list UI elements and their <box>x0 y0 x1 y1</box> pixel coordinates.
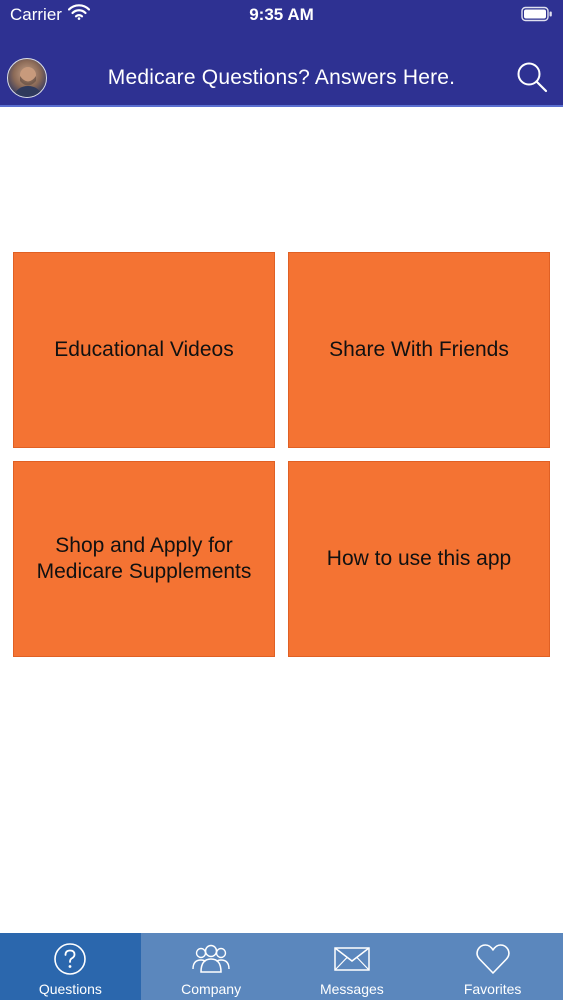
shop-and-apply-button[interactable]: Shop and Apply for Medicare Supplements <box>13 461 275 657</box>
heart-icon <box>475 942 511 981</box>
how-to-use-button[interactable]: How to use this app <box>288 461 550 657</box>
tab-label: Messages <box>319 981 384 997</box>
menu-grid: Educational Videos Share With Friends Sh… <box>13 252 550 658</box>
tab-favorites[interactable]: Favorites <box>422 933 563 1000</box>
envelope-icon <box>333 942 371 981</box>
tab-company[interactable]: Company <box>141 933 282 1000</box>
tab-label: Favorites <box>463 981 522 997</box>
tile-label: Shop and Apply for Medicare Supplements <box>36 534 252 583</box>
tab-bar: Questions Company Messages Favorites <box>0 933 563 1000</box>
share-with-friends-button[interactable]: Share With Friends <box>288 252 550 448</box>
tab-label: Questions <box>38 981 102 997</box>
tile-label: Share With Friends <box>329 338 509 361</box>
page-title: Medicare Questions? Answers Here. <box>107 66 456 89</box>
status-bar: Carrier 9:35 AM <box>0 0 563 30</box>
tab-questions[interactable]: Questions <box>0 933 141 1000</box>
tab-messages[interactable]: Messages <box>282 933 423 1000</box>
educational-videos-button[interactable]: Educational Videos <box>13 252 275 448</box>
tile-label: How to use this app <box>326 547 512 570</box>
people-icon <box>190 942 232 981</box>
question-icon <box>53 942 87 981</box>
tile-label: Educational Videos <box>54 338 234 361</box>
app-header: Carrier 9:35 AM Medicare Questions? Answ… <box>0 0 563 107</box>
tab-label: Company <box>181 981 242 997</box>
battery-icon <box>521 6 553 27</box>
search-icon[interactable] <box>515 60 549 94</box>
avatar[interactable] <box>7 58 47 98</box>
status-time: 9:35 AM <box>249 5 314 24</box>
